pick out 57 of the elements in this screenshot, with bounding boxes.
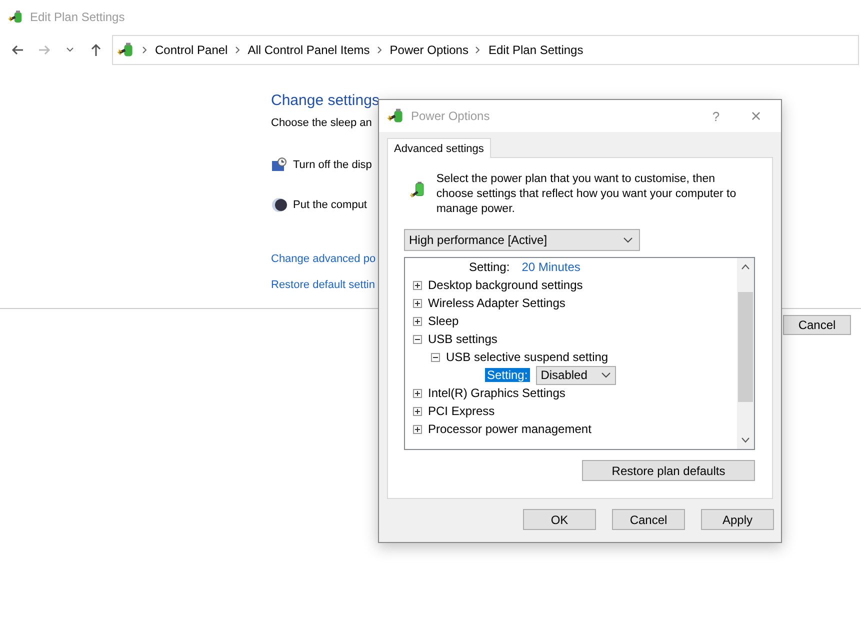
setting-label[interactable]: Setting: [485,368,530,382]
tree-item[interactable]: Wireless Adapter Settings [428,296,566,310]
settings-link[interactable]: Change advanced po [271,253,376,265]
dialog-button[interactable]: Cancel [612,509,685,530]
moon-icon [271,197,287,213]
setting-value[interactable]: 20 Minutes [522,260,580,274]
breadcrumb-item[interactable]: Control Panel [155,43,228,57]
dialog-button[interactable]: OK [523,509,596,530]
dialog-title: Power Options [411,109,491,123]
collapse-icon[interactable] [431,352,440,362]
help-button[interactable]: ? [699,108,733,124]
tree-item[interactable]: PCI Express [428,404,495,418]
page-subtitle: Choose the sleep an [271,117,372,129]
expand-icon[interactable] [413,406,422,416]
expand-icon[interactable] [413,298,422,308]
tree-item[interactable]: Intel(R) Graphics Settings [428,386,566,400]
expand-icon[interactable] [413,316,422,326]
caret-icon [600,372,611,378]
breadcrumb-item[interactable]: All Control Panel Items [248,43,370,57]
page-heading: Change settings [271,92,380,109]
setting-dropdown[interactable]: Disabled [536,366,616,384]
breadcrumb-item[interactable]: Power Options [390,43,468,57]
scroll-down-icon[interactable] [741,437,750,443]
plan-dropdown[interactable]: High performance [Active] [404,229,640,251]
power-plug-icon [387,107,405,125]
setting-label: Put the comput [293,199,367,211]
tree-item[interactable]: Processor power management [428,422,592,436]
cancel-button[interactable]: Cancel [783,314,851,334]
caret-icon [623,237,633,243]
chevron-icon [234,46,242,54]
dialog-button[interactable]: Apply [701,509,774,530]
tree-item[interactable]: Sleep [428,314,459,328]
address-bar[interactable]: Control Panel All Control Panel Items Power Options Edit Plan Settings [112,35,859,65]
tab[interactable]: Advanced settings [387,138,491,158]
chevron-icon [474,46,482,54]
expand-icon[interactable] [413,388,422,398]
collapse-icon[interactable] [413,334,422,344]
tree-item[interactable]: USB selective suspend setting [446,350,608,364]
restore-defaults-button[interactable]: Restore plan defaults [582,460,755,481]
chevron-icon [376,46,384,54]
settings-link[interactable]: Restore default settin [271,279,375,291]
close-button[interactable]: × [739,106,773,126]
intro-text: Select the power plan that you want to customise, then choose settings that reflect how you want your computer to manage power. [436,172,738,217]
tree-item[interactable]: Desktop background settings [428,278,583,292]
power-plug-icon [8,9,24,25]
chevron-icon [141,46,149,54]
scrollbar[interactable] [737,258,754,449]
tree-item[interactable]: USB settings [428,332,498,346]
window-title: Edit Plan Settings [30,10,125,24]
monitor-clock-icon [271,157,287,173]
setting-label: Turn off the disp [293,159,372,171]
expand-icon[interactable] [413,280,422,290]
breadcrumb-item[interactable]: Edit Plan Settings [488,43,584,57]
setting-label[interactable]: Setting: [467,260,512,274]
expand-icon[interactable] [413,424,422,434]
power-plug-icon [117,41,135,59]
scroll-up-icon[interactable] [741,264,750,270]
